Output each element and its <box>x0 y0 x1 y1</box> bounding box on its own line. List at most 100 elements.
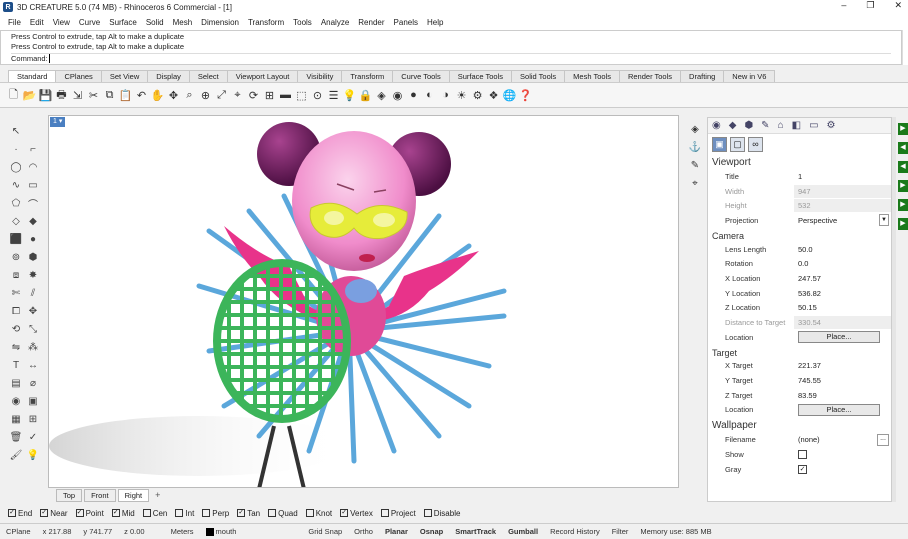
menu-file[interactable]: File <box>8 18 21 27</box>
paint-icon[interactable]: 🖌 <box>8 447 24 463</box>
projection-select[interactable]: Perspective <box>794 214 879 227</box>
tab-cplanes[interactable]: CPlanes <box>55 70 102 82</box>
target-place-button[interactable]: Place... <box>798 403 880 416</box>
check-icon[interactable]: ✓ <box>25 429 41 445</box>
toggle-grid-snap[interactable]: Grid Snap <box>302 527 348 536</box>
menu-mesh[interactable]: Mesh <box>173 18 193 27</box>
osnap-cen[interactable]: Cen <box>142 509 167 518</box>
layers-panel-icon[interactable]: ⚓ <box>688 140 702 154</box>
mesh-icon[interactable]: ⬢ <box>25 249 41 265</box>
prop-value-y-target[interactable]: 745.55 <box>794 374 891 387</box>
osnap-checkbox[interactable] <box>142 509 151 517</box>
add-viewport-icon[interactable]: + <box>155 490 160 500</box>
toggle-ortho[interactable]: Ortho <box>348 527 379 536</box>
light-icon[interactable]: 💡 <box>342 88 357 103</box>
osnap-checkbox[interactable] <box>202 509 211 517</box>
menu-curve[interactable]: Curve <box>79 18 100 27</box>
properties-scrollbar[interactable] <box>892 117 896 502</box>
prop-value-lens-length[interactable]: 50.0 <box>794 243 891 256</box>
rotate-view-icon[interactable]: ⟳ <box>246 88 261 103</box>
grasshopper-icon[interactable]: ❖ <box>486 88 501 103</box>
point-icon[interactable]: · <box>8 141 24 157</box>
tab-visibility[interactable]: Visibility <box>297 70 343 82</box>
tab-select[interactable]: Select <box>188 70 228 82</box>
prop-value-z-location[interactable]: 50.15 <box>794 301 891 314</box>
tab-transform[interactable]: Transform <box>341 70 394 82</box>
tab-drafting[interactable]: Drafting <box>680 70 725 82</box>
arc-icon[interactable]: ◠ <box>25 159 41 175</box>
menu-transform[interactable]: Transform <box>248 18 284 27</box>
lock-icon[interactable]: 🔒 <box>358 88 373 103</box>
group-icon[interactable]: ⧠ <box>8 303 24 319</box>
osnap-checkbox[interactable] <box>175 509 184 517</box>
osnap-checkbox[interactable]: ✓ <box>340 509 349 517</box>
undo-icon[interactable]: ↶ <box>134 88 149 103</box>
cplane-icon[interactable]: ▬ <box>278 88 293 103</box>
array-icon[interactable]: ⁂ <box>25 339 41 355</box>
camera-place-button[interactable]: Place... <box>798 331 880 344</box>
camera-icon[interactable]: ▣ <box>25 393 41 409</box>
polyline-icon[interactable]: ⌐ <box>25 141 41 157</box>
tab-set-view[interactable]: Set View <box>100 70 149 82</box>
help-panel-icon[interactable]: ⌖ <box>688 176 702 190</box>
scale-icon[interactable]: ⤡ <box>25 321 41 337</box>
play-icon[interactable]: ▶ <box>898 123 908 135</box>
layer-indicator[interactable]: mouth <box>200 527 243 536</box>
material-props-icon[interactable]: ◆ <box>729 120 737 131</box>
browse-button[interactable]: ... <box>877 433 889 446</box>
step-forward-icon[interactable]: ▶ <box>898 199 908 211</box>
tab-viewport-layout[interactable]: Viewport Layout <box>226 70 299 82</box>
osnap-checkbox[interactable]: ✓ <box>111 509 120 517</box>
import-icon[interactable]: ⇲ <box>70 88 85 103</box>
brush-props-icon[interactable]: ✎ <box>761 120 769 131</box>
prop-value-x-location[interactable]: 247.57 <box>794 272 891 285</box>
toggle-osnap[interactable]: Osnap <box>414 527 449 536</box>
texture-props-icon[interactable]: ⬢ <box>744 120 753 131</box>
chevron-down-icon[interactable]: ▼ <box>879 214 889 227</box>
open-file-icon[interactable]: 📂 <box>22 88 37 103</box>
frame-subtab-icon[interactable]: ▢ <box>730 136 745 152</box>
osnap-icon[interactable]: ⊙ <box>310 88 325 103</box>
environment-props-icon[interactable]: ◧ <box>792 120 801 131</box>
prop-value-rotation[interactable]: 0.0 <box>794 257 891 270</box>
toggle-filter[interactable]: Filter <box>606 527 635 536</box>
osnap-project[interactable]: Project <box>380 509 416 518</box>
text-icon[interactable]: T <box>8 357 24 373</box>
osnap-checkbox[interactable] <box>380 509 389 517</box>
rectangle-icon[interactable]: ▭ <box>25 177 41 193</box>
delete-icon[interactable]: 🗑 <box>8 429 24 445</box>
sphere-icon[interactable]: ● <box>25 231 41 247</box>
prop-value-z-target[interactable]: 83.59 <box>794 389 891 402</box>
tab-solid-tools[interactable]: Solid Tools <box>511 70 566 82</box>
osnap-tan[interactable]: ✓ Tan <box>237 509 260 518</box>
select-arrow-icon[interactable]: ↖ <box>8 123 24 139</box>
link-subtab-icon[interactable]: ∞ <box>748 136 763 152</box>
rewind-icon[interactable]: ◀ <box>898 161 908 173</box>
menu-solid[interactable]: Solid <box>146 18 164 27</box>
light-tool-icon[interactable]: 💡 <box>25 447 41 463</box>
osnap-knot[interactable]: Knot <box>305 509 332 518</box>
properties-panel-icon[interactable]: ◈ <box>688 122 702 136</box>
forward-icon[interactable]: ▶ <box>898 180 908 192</box>
osnap-checkbox[interactable]: ✓ <box>40 509 49 517</box>
cplane-label[interactable]: CPlane <box>0 527 37 536</box>
tab-mesh-tools[interactable]: Mesh Tools <box>564 70 620 82</box>
osnap-perp[interactable]: Perp <box>202 509 229 518</box>
globe-icon[interactable]: 🌐 <box>502 88 517 103</box>
curve-icon[interactable]: ∿ <box>8 177 24 193</box>
display-panel-icon[interactable]: ✎ <box>688 158 702 172</box>
osnap-checkbox[interactable]: ✓ <box>237 509 246 517</box>
explode-icon[interactable]: ✸ <box>25 267 41 283</box>
close-button[interactable]: ✕ <box>894 0 902 11</box>
osnap-disable[interactable]: Disable <box>423 509 460 518</box>
settings-props-icon[interactable]: ⚙ <box>827 120 836 131</box>
toggle-planar[interactable]: Planar <box>379 527 414 536</box>
minimize-button[interactable]: – <box>841 0 846 11</box>
osnap-checkbox[interactable] <box>305 509 314 517</box>
layout-icon[interactable]: ⊞ <box>25 411 41 427</box>
mirror-icon[interactable]: ⇋ <box>8 339 24 355</box>
toggle-gumball[interactable]: Gumball <box>502 527 544 536</box>
menu-render[interactable]: Render <box>358 18 384 27</box>
camera-subtab-icon[interactable]: ▣ <box>712 136 727 152</box>
maximize-button[interactable]: ❐ <box>866 0 874 11</box>
